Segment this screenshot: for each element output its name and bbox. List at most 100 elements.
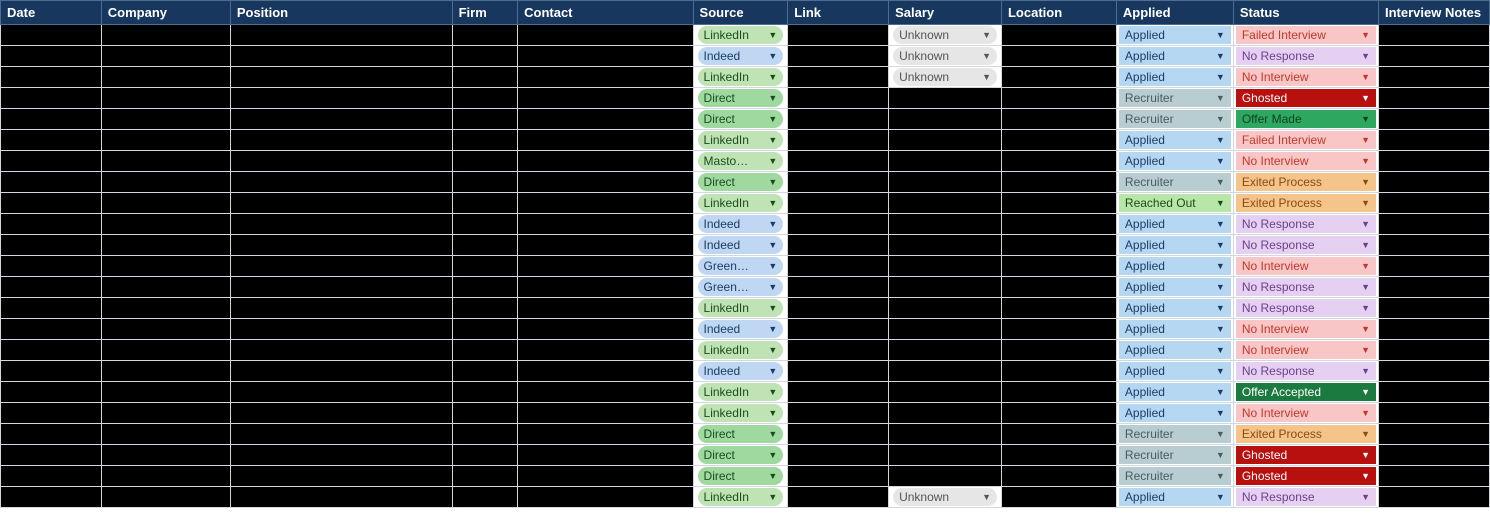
salary-cell[interactable] <box>889 109 1002 130</box>
source-cell[interactable]: LinkedIn▼ <box>693 130 788 151</box>
position-cell[interactable] <box>230 445 452 466</box>
location-cell[interactable] <box>1001 319 1116 340</box>
status-chip[interactable]: Offer Accepted▼ <box>1236 383 1376 401</box>
date-cell[interactable] <box>1 88 102 109</box>
date-cell[interactable] <box>1 46 102 67</box>
notes-cell[interactable] <box>1379 25 1490 46</box>
firm-cell[interactable] <box>452 25 518 46</box>
link-cell[interactable] <box>788 277 889 298</box>
status-cell[interactable]: No Interview▼ <box>1233 403 1378 424</box>
source-cell[interactable]: Indeed▼ <box>693 361 788 382</box>
salary-cell[interactable] <box>889 193 1002 214</box>
company-cell[interactable] <box>101 130 230 151</box>
applied-cell[interactable]: Applied▼ <box>1116 487 1233 508</box>
salary-cell[interactable] <box>889 235 1002 256</box>
firm-cell[interactable] <box>452 340 518 361</box>
source-chip[interactable]: Direct▼ <box>698 446 784 464</box>
header-location[interactable]: Location <box>1001 1 1116 25</box>
firm-cell[interactable] <box>452 445 518 466</box>
contact-cell[interactable] <box>518 67 693 88</box>
contact-cell[interactable] <box>518 277 693 298</box>
date-cell[interactable] <box>1 319 102 340</box>
source-chip[interactable]: Direct▼ <box>698 110 784 128</box>
firm-cell[interactable] <box>452 151 518 172</box>
company-cell[interactable] <box>101 193 230 214</box>
header-source[interactable]: Source <box>693 1 788 25</box>
applied-cell[interactable]: Recruiter▼ <box>1116 88 1233 109</box>
status-chip[interactable]: No Response▼ <box>1236 47 1376 65</box>
applied-cell[interactable]: Recruiter▼ <box>1116 172 1233 193</box>
link-cell[interactable] <box>788 487 889 508</box>
status-cell[interactable]: Failed Interview▼ <box>1233 25 1378 46</box>
salary-cell[interactable] <box>889 277 1002 298</box>
applied-chip[interactable]: Applied▼ <box>1119 26 1231 44</box>
firm-cell[interactable] <box>452 67 518 88</box>
applied-cell[interactable]: Applied▼ <box>1116 298 1233 319</box>
status-chip[interactable]: No Interview▼ <box>1236 257 1376 275</box>
link-cell[interactable] <box>788 298 889 319</box>
status-chip[interactable]: No Interview▼ <box>1236 152 1376 170</box>
notes-cell[interactable] <box>1379 319 1490 340</box>
applied-cell[interactable]: Applied▼ <box>1116 235 1233 256</box>
header-firm[interactable]: Firm <box>452 1 518 25</box>
source-chip[interactable]: LinkedIn▼ <box>698 68 784 86</box>
link-cell[interactable] <box>788 382 889 403</box>
source-chip[interactable]: LinkedIn▼ <box>698 131 784 149</box>
firm-cell[interactable] <box>452 46 518 67</box>
link-cell[interactable] <box>788 340 889 361</box>
notes-cell[interactable] <box>1379 298 1490 319</box>
salary-cell[interactable] <box>889 424 1002 445</box>
notes-cell[interactable] <box>1379 46 1490 67</box>
position-cell[interactable] <box>230 193 452 214</box>
notes-cell[interactable] <box>1379 466 1490 487</box>
company-cell[interactable] <box>101 256 230 277</box>
source-cell[interactable]: Direct▼ <box>693 445 788 466</box>
salary-cell[interactable] <box>889 382 1002 403</box>
applied-cell[interactable]: Applied▼ <box>1116 382 1233 403</box>
notes-cell[interactable] <box>1379 109 1490 130</box>
firm-cell[interactable] <box>452 424 518 445</box>
firm-cell[interactable] <box>452 88 518 109</box>
firm-cell[interactable] <box>452 487 518 508</box>
status-cell[interactable]: Exited Process▼ <box>1233 424 1378 445</box>
source-chip[interactable]: Indeed▼ <box>698 236 784 254</box>
position-cell[interactable] <box>230 403 452 424</box>
applied-cell[interactable]: Recruiter▼ <box>1116 466 1233 487</box>
notes-cell[interactable] <box>1379 88 1490 109</box>
source-chip[interactable]: Indeed▼ <box>698 215 784 233</box>
position-cell[interactable] <box>230 487 452 508</box>
salary-chip[interactable]: Unknown▼ <box>893 68 997 86</box>
date-cell[interactable] <box>1 151 102 172</box>
notes-cell[interactable] <box>1379 235 1490 256</box>
notes-cell[interactable] <box>1379 214 1490 235</box>
company-cell[interactable] <box>101 403 230 424</box>
applied-chip[interactable]: Recruiter▼ <box>1119 446 1231 464</box>
link-cell[interactable] <box>788 424 889 445</box>
status-cell[interactable]: No Interview▼ <box>1233 67 1378 88</box>
contact-cell[interactable] <box>518 361 693 382</box>
contact-cell[interactable] <box>518 445 693 466</box>
salary-cell[interactable] <box>889 256 1002 277</box>
applied-chip[interactable]: Applied▼ <box>1119 152 1231 170</box>
source-chip[interactable]: Green…▼ <box>698 278 784 296</box>
salary-cell[interactable] <box>889 403 1002 424</box>
date-cell[interactable] <box>1 382 102 403</box>
date-cell[interactable] <box>1 277 102 298</box>
status-chip[interactable]: No Interview▼ <box>1236 68 1376 86</box>
company-cell[interactable] <box>101 466 230 487</box>
status-cell[interactable]: Ghosted▼ <box>1233 466 1378 487</box>
source-cell[interactable]: Indeed▼ <box>693 319 788 340</box>
status-chip[interactable]: Ghosted▼ <box>1236 446 1376 464</box>
status-cell[interactable]: Ghosted▼ <box>1233 445 1378 466</box>
contact-cell[interactable] <box>518 256 693 277</box>
salary-chip[interactable]: Unknown▼ <box>893 26 997 44</box>
position-cell[interactable] <box>230 340 452 361</box>
notes-cell[interactable] <box>1379 67 1490 88</box>
date-cell[interactable] <box>1 214 102 235</box>
salary-cell[interactable] <box>889 151 1002 172</box>
header-company[interactable]: Company <box>101 1 230 25</box>
link-cell[interactable] <box>788 130 889 151</box>
firm-cell[interactable] <box>452 319 518 340</box>
notes-cell[interactable] <box>1379 151 1490 172</box>
company-cell[interactable] <box>101 277 230 298</box>
